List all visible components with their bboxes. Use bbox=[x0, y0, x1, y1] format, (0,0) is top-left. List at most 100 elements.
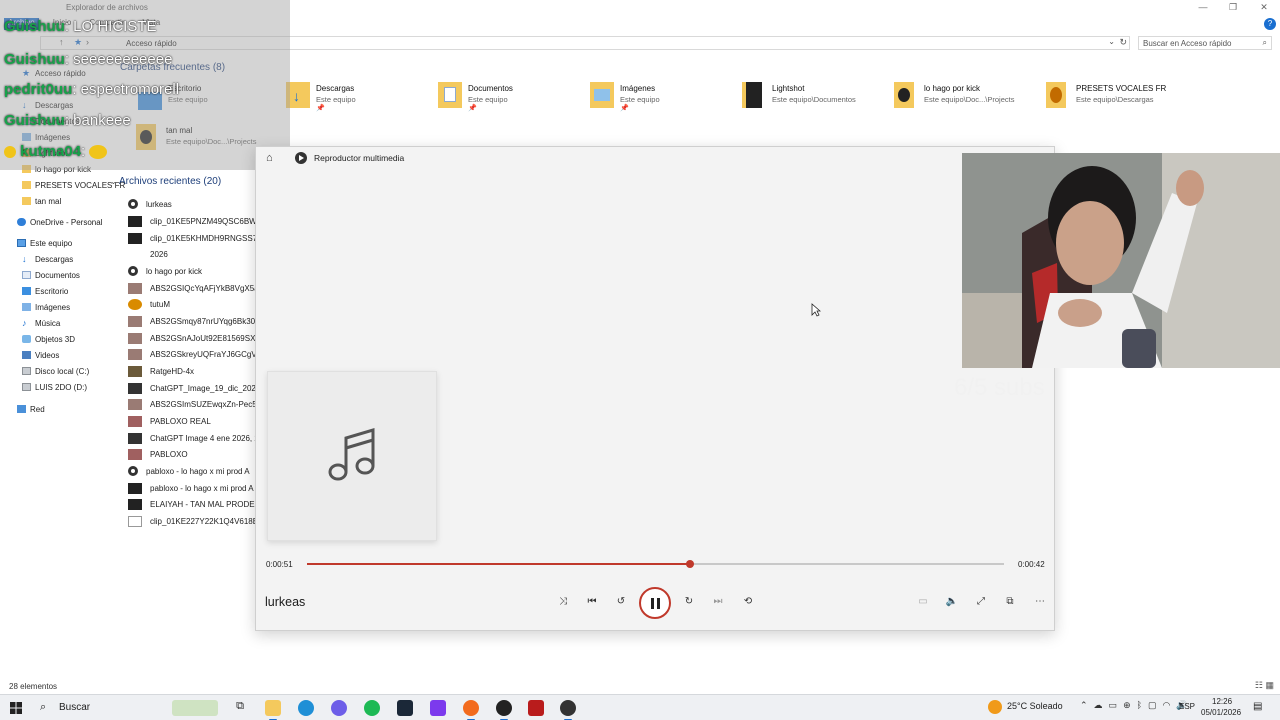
weather-sun-icon[interactable] bbox=[988, 700, 1002, 714]
nav-item-este-equipo[interactable]: Este equipo bbox=[17, 237, 72, 249]
repeat-off-icon[interactable]: ⟲ bbox=[740, 594, 756, 610]
list-item[interactable]: PABLOXO bbox=[128, 447, 256, 461]
bluetooth-icon[interactable]: ᛒ bbox=[1137, 700, 1142, 711]
wifi-icon[interactable]: ◠ bbox=[1163, 700, 1171, 711]
language-indicator[interactable]: ESP bbox=[1179, 702, 1195, 711]
list-item[interactable]: ABS2GSkreyUQFraYJ6GCgV8N bbox=[128, 347, 256, 361]
folder-icon bbox=[128, 249, 142, 260]
folder-name: Documentos bbox=[468, 84, 513, 93]
onedrive-tray-icon[interactable]: ☁ bbox=[1094, 700, 1103, 711]
media-player-icon[interactable] bbox=[560, 700, 576, 720]
folder-icon bbox=[1046, 82, 1066, 108]
task-view-icon[interactable]: ⧉ bbox=[232, 700, 248, 716]
list-item[interactable]: ABS2GSnAJoUt92E81569SX-z bbox=[128, 331, 256, 345]
folder-tile-imagenes[interactable]: Imágenes Este equipo 📌 bbox=[590, 82, 740, 114]
nav-label: Red bbox=[30, 404, 45, 414]
file-explorer-icon[interactable] bbox=[265, 700, 281, 720]
recent-files-header[interactable]: ⌄ Archivos recientes (20) bbox=[110, 176, 221, 187]
view-toggle-icons[interactable]: ☷ ▦ bbox=[1255, 680, 1274, 691]
nav-item-objetos-3d[interactable]: Objetos 3D bbox=[22, 333, 75, 345]
nav-item-imagenes-pc[interactable]: Imágenes bbox=[22, 301, 70, 313]
video-thumbnail-icon bbox=[128, 498, 142, 510]
home-icon[interactable]: ⌂ bbox=[266, 152, 278, 164]
forward-30-icon[interactable]: ↻ bbox=[681, 594, 697, 610]
edge-icon[interactable] bbox=[298, 700, 314, 716]
video-thumbnail-icon bbox=[128, 232, 142, 244]
shuffle-icon[interactable]: ⤨ bbox=[555, 594, 571, 610]
list-item[interactable]: ChatGPT Image 4 ene 2026, 22 bbox=[128, 431, 256, 445]
nav-item-videos[interactable]: Videos bbox=[22, 349, 59, 361]
media-player-logo-icon bbox=[295, 152, 307, 164]
fullscreen-icon[interactable]: ⤢ bbox=[973, 594, 989, 610]
nav-item-disco-c[interactable]: Disco local (C:) bbox=[22, 365, 89, 377]
pause-button[interactable] bbox=[639, 587, 671, 619]
nav-label: OneDrive - Personal bbox=[30, 217, 103, 227]
network-tray-icon[interactable]: ⊕ bbox=[1123, 700, 1131, 711]
minimize-icon[interactable]: — bbox=[1196, 1, 1210, 13]
clock-time[interactable]: 12:26 bbox=[1212, 697, 1232, 706]
rewind-10-icon[interactable]: ↺ bbox=[613, 594, 629, 610]
next-track-icon[interactable]: ⏭ bbox=[710, 594, 726, 610]
windows-start-icon[interactable] bbox=[10, 702, 22, 714]
notification-icon[interactable]: ▤ bbox=[1253, 701, 1262, 712]
list-item[interactable]: pabloxo - lo hago x mi prod A bbox=[128, 481, 256, 495]
folder-tile-lo-hago-por-kick[interactable]: lo hago por kick Este equipo\Doc...\Proj… bbox=[894, 82, 1044, 114]
capcut-icon[interactable] bbox=[430, 700, 446, 716]
discord-icon[interactable] bbox=[331, 700, 347, 716]
volume-icon[interactable]: 🔈 bbox=[944, 594, 960, 610]
nav-item-escritorio[interactable]: Escritorio bbox=[22, 285, 68, 297]
list-item[interactable]: ChatGPT_Image_19_dic_2025_ bbox=[128, 381, 256, 395]
list-item[interactable]: 2026 bbox=[128, 247, 256, 261]
battery-icon[interactable]: ▭ bbox=[1109, 700, 1118, 711]
close-icon[interactable]: ✕ bbox=[1257, 1, 1271, 13]
list-item[interactable]: ELAIYAH - TAN MAL PRODELA bbox=[128, 497, 256, 511]
seek-slider[interactable] bbox=[307, 560, 1004, 568]
chevron-up-icon[interactable]: ⌃ bbox=[1080, 700, 1088, 711]
seek-thumb[interactable] bbox=[686, 560, 695, 568]
nav-item-red[interactable]: Red bbox=[17, 403, 45, 415]
chevron-down-icon[interactable]: ⌄ bbox=[1108, 37, 1115, 46]
spotify-icon[interactable] bbox=[364, 700, 380, 716]
nav-item-musica[interactable]: ♪ Música bbox=[22, 317, 60, 329]
list-item[interactable]: clip_01KE5PNZM49QSC6BWE bbox=[128, 214, 256, 228]
list-item[interactable]: lo hago por kick bbox=[128, 264, 256, 278]
list-item[interactable]: ABS2GSImSUZEwqxZn-Pec5u bbox=[128, 397, 256, 411]
search-input[interactable]: Buscar en Acceso rápido ⌕ bbox=[1138, 36, 1272, 50]
previous-track-icon[interactable]: ⏮ bbox=[584, 594, 600, 610]
obs-icon[interactable] bbox=[496, 700, 512, 720]
list-item[interactable]: PABLOXO REAL bbox=[128, 414, 256, 428]
nav-item-onedrive[interactable]: OneDrive - Personal bbox=[17, 216, 102, 228]
nav-item-tan-mal[interactable]: tan mal bbox=[22, 195, 61, 207]
video-thumbnail-icon bbox=[128, 482, 142, 494]
miniplayer-icon[interactable]: ⧉ bbox=[1002, 594, 1018, 610]
video-editor-icon[interactable] bbox=[528, 700, 544, 716]
help-icon[interactable]: ? bbox=[1264, 18, 1276, 30]
display-icon[interactable]: ▢ bbox=[1148, 700, 1157, 711]
list-item[interactable]: tutuM bbox=[128, 297, 256, 311]
folder-tile-lightshot[interactable]: Lightshot Este equipo\Documentos bbox=[742, 82, 892, 114]
nav-label: Objetos 3D bbox=[35, 334, 76, 344]
restore-icon[interactable]: ❐ bbox=[1226, 1, 1240, 13]
refresh-icon[interactable]: ↻ bbox=[1119, 37, 1127, 48]
subtitles-icon[interactable]: ▭ bbox=[915, 594, 931, 610]
list-item[interactable]: ABS2GSIQcYqAFjYkB8VgX5aR bbox=[128, 281, 256, 295]
list-item[interactable]: RatgeHD-4x bbox=[128, 364, 256, 378]
weather-text[interactable]: 25°C Soleado bbox=[1007, 701, 1063, 711]
more-options-icon[interactable]: ⋯ bbox=[1032, 594, 1048, 610]
nav-item-documentos-pc[interactable]: Documentos bbox=[22, 269, 80, 281]
folder-tile-presets-vocales[interactable]: PRESETS VOCALES FR Este equipo\Descargas bbox=[1046, 82, 1196, 114]
nav-item-descargas-pc[interactable]: ↓ Descargas bbox=[22, 253, 73, 265]
image-thumbnail-icon bbox=[128, 432, 142, 444]
nav-item-disco-d[interactable]: LUIS 2DO (D:) bbox=[22, 381, 87, 393]
list-item[interactable]: ABS2GSmqy87nrUYqg6Bk30k bbox=[128, 314, 256, 328]
list-item[interactable]: clip_01KE227Y22K1Q4V618B47 bbox=[128, 514, 256, 528]
folder-tile-descargas[interactable]: ↓ Descargas Este equipo 📌 bbox=[286, 82, 436, 114]
steam-icon[interactable] bbox=[397, 700, 413, 716]
list-item[interactable]: lurkeas bbox=[128, 197, 256, 211]
clock-date[interactable]: 05/01/2026 bbox=[1201, 708, 1241, 717]
list-item[interactable]: pabloxo - lo hago x mi prod A bbox=[128, 464, 256, 478]
folder-tile-documentos[interactable]: Documentos Este equipo 📌 bbox=[438, 82, 588, 114]
list-item[interactable]: clip_01KE5KHMDH9RNGSS7H bbox=[128, 231, 256, 245]
system-tray: ⌃ ☁ ▭ ⊕ ᛒ ▢ ◠ 🔊 bbox=[1080, 700, 1188, 711]
fl-studio-icon[interactable] bbox=[463, 700, 479, 720]
